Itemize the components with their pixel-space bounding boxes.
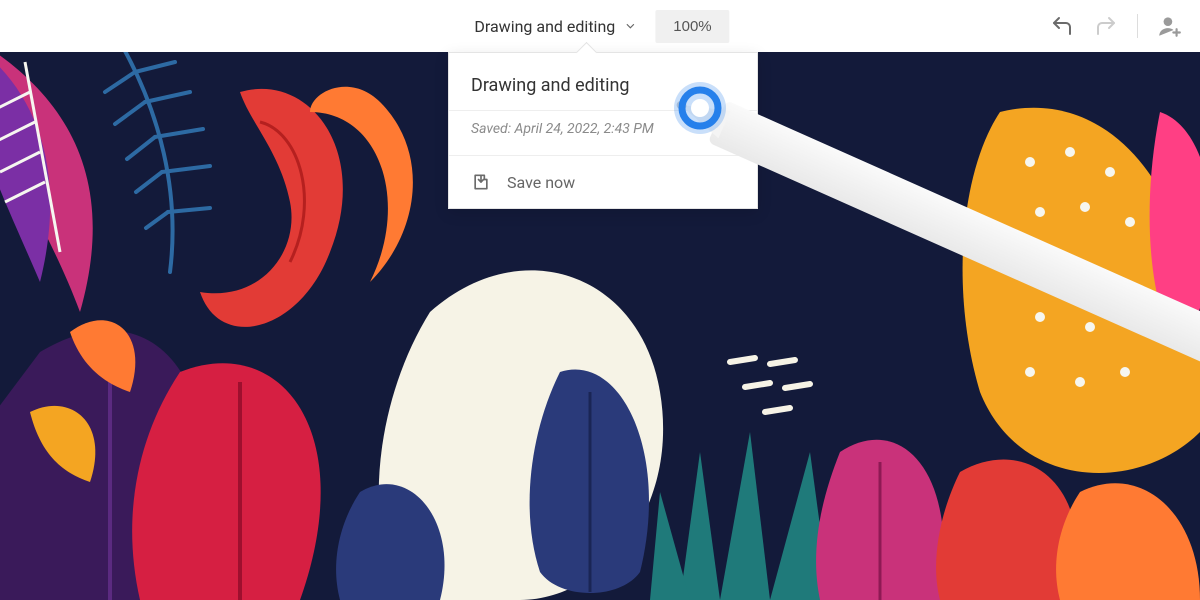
- popover-title[interactable]: Drawing and editing: [471, 75, 630, 104]
- toolbar-center: Drawing and editing 100%: [470, 10, 729, 43]
- redo-icon: [1094, 14, 1118, 38]
- add-user-button[interactable]: [1156, 13, 1182, 39]
- add-user-icon: [1156, 13, 1182, 39]
- document-title-dropdown[interactable]: Drawing and editing: [470, 11, 641, 42]
- save-now-label: Save now: [507, 173, 575, 192]
- save-icon: [471, 172, 491, 192]
- popover-saved-text: Saved: April 24, 2022, 2:43 PM: [449, 111, 757, 156]
- document-title: Drawing and editing: [474, 17, 615, 36]
- toolbar: Drawing and editing 100%: [0, 0, 1200, 52]
- save-now-button[interactable]: Save now: [449, 156, 757, 208]
- chevron-down-icon: [623, 19, 637, 33]
- undo-button[interactable]: [1049, 13, 1075, 39]
- undo-icon: [1050, 14, 1074, 38]
- divider: [1137, 14, 1138, 38]
- document-popover: Drawing and editing Saved: April 24, 202…: [448, 52, 758, 209]
- redo-button[interactable]: [1093, 13, 1119, 39]
- toolbar-right: [1049, 13, 1182, 39]
- zoom-level-button[interactable]: 100%: [655, 10, 729, 43]
